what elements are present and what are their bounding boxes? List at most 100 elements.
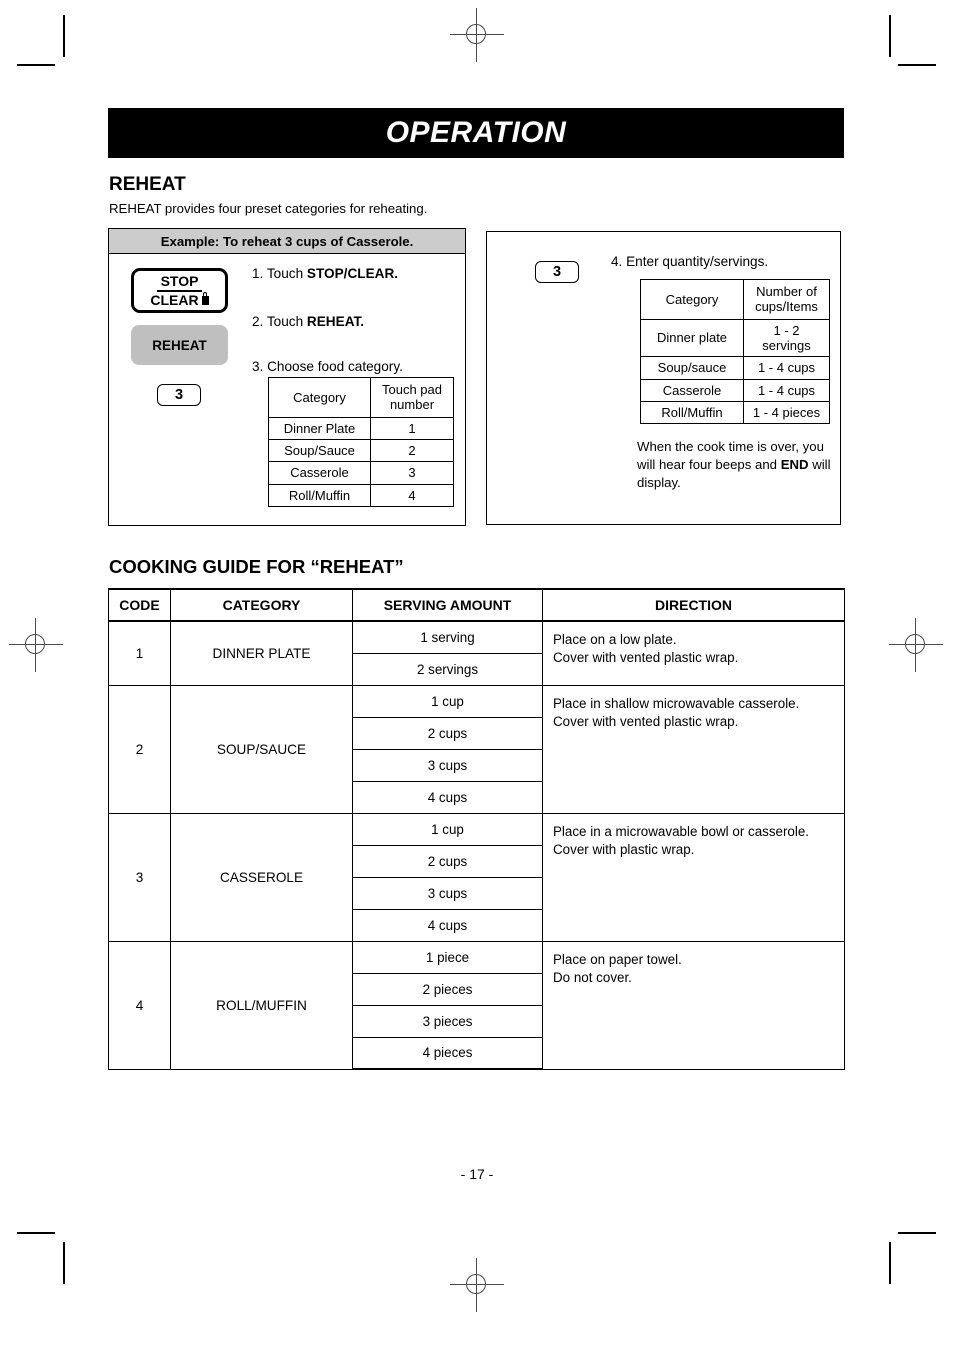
crop-mark-bottom-left-horizontal [17, 1232, 55, 1234]
registration-mark-circle [25, 634, 45, 654]
step-1-text: 1. Touch STOP/CLEAR. [252, 266, 398, 281]
header-touch-pad-number: Touch pad number [370, 377, 454, 418]
cell-category: Casserole [268, 461, 371, 485]
reheat-heading: REHEAT [109, 174, 186, 195]
header-category: Category [640, 279, 744, 320]
cell-category: CASSEROLE [170, 812, 353, 942]
table-row: Roll/Muffin 4 [268, 483, 454, 507]
table-row: 2 SOUP/SAUCE 1 cup Place in shallow micr… [108, 684, 845, 814]
table-header-row: Category Number of cups/Items [640, 279, 830, 320]
cell-direction: Place in a microwavable bowl or casserol… [542, 812, 845, 942]
example-banner-label: Example: To reheat 3 cups of Casserole. [109, 229, 465, 254]
table-row: Dinner plate 1 - 2 servings [640, 318, 830, 358]
cell-serving-amount: 2 cups [352, 844, 543, 878]
cell-category: Soup/Sauce [268, 438, 371, 463]
cell-serving-amount: 4 cups [352, 780, 543, 814]
registration-mark-circle [905, 634, 925, 654]
direction-line: Place in a microwavable bowl or casserol… [553, 823, 810, 839]
table-row: 1 DINNER PLATE 1 serving Place on a low … [108, 620, 845, 686]
cell-serving-amount: 4 pieces [352, 1036, 543, 1070]
cell-serving-amount: 1 serving [352, 620, 543, 654]
cell-serving-amount: 4 cups [352, 908, 543, 942]
cell-quantity: 1 - 4 cups [743, 356, 830, 380]
cooking-guide-table: CODE CATEGORY SERVING AMOUNT DIRECTION 1… [108, 588, 845, 1070]
crop-mark-top-left-horizontal [17, 64, 55, 66]
stop-clear-button[interactable]: STOP CLEAR [131, 268, 228, 313]
direction-line: Cover with vented plastic wrap. [553, 650, 739, 666]
registration-mark-top [450, 8, 504, 62]
direction-line: Cover with vented plastic wrap. [553, 713, 739, 729]
header-cups-line2: cups/Items [755, 299, 818, 315]
cell-touchpad: 4 [370, 483, 454, 507]
table-row: Dinner Plate 1 [268, 416, 454, 440]
registration-mark-circle [466, 1274, 486, 1294]
cell-serving-amount: 2 cups [352, 716, 543, 750]
cell-serving-amount: 3 cups [352, 876, 543, 910]
direction-line: Place on paper towel. [553, 951, 682, 967]
reheat-button[interactable]: REHEAT [131, 325, 228, 365]
page-number: - 17 - [460, 1166, 494, 1182]
operation-banner: OPERATION [108, 108, 844, 158]
end-keyword: END [780, 456, 809, 472]
step-2-prefix: 2. Touch [252, 314, 307, 329]
cell-serving-amount: 3 cups [352, 748, 543, 782]
direction-line: Do not cover. [553, 969, 632, 985]
cell-code: 1 [108, 620, 171, 686]
end-note-line-1: When the cook time is over, [637, 439, 799, 454]
crop-mark-top-right-horizontal [898, 64, 936, 66]
cell-category: ROLL/MUFFIN [170, 940, 353, 1070]
number-pad-3-left[interactable]: 3 [157, 384, 201, 406]
crop-mark-bottom-right-vertical [889, 1242, 891, 1284]
header-cups-line1: Number of [756, 284, 817, 299]
cell-serving-amount: 1 cup [352, 684, 543, 718]
cell-quantity: 1 - 4 pieces [743, 400, 830, 425]
cell-category: Casserole [640, 378, 744, 402]
cell-code: 3 [108, 812, 171, 942]
step-3-text: 3. Choose food category. [252, 359, 403, 374]
category-touchpad-table: Category Touch pad number Dinner Plate 1… [268, 377, 454, 507]
cell-category: DINNER PLATE [170, 620, 353, 686]
cell-touchpad: 2 [370, 438, 454, 463]
end-note: When the cook time is over, you will hea… [637, 438, 837, 491]
cell-code: 2 [108, 684, 171, 814]
header-number-of-cups: Number of cups/Items [743, 279, 830, 320]
cell-quantity: 1 - 4 cups [743, 378, 830, 402]
number-pad-3-right[interactable]: 3 [535, 261, 579, 283]
step-2-emphasis: REHEAT. [306, 314, 365, 329]
cell-code: 4 [108, 940, 171, 1070]
registration-mark-circle [466, 24, 486, 44]
cell-category: Soup/sauce [640, 356, 744, 380]
header-touch-pad-line2: number [389, 397, 435, 413]
cell-direction: Place on paper towel. Do not cover. [542, 940, 845, 1070]
guide-header-direction: DIRECTION [542, 588, 845, 622]
cell-serving-amount: 3 pieces [352, 1004, 543, 1038]
cooking-guide-heading: COOKING GUIDE FOR “REHEAT” [109, 556, 404, 577]
step-1-prefix: 1. Touch [252, 266, 307, 281]
cell-direction: Place in shallow microwavable casserole.… [542, 684, 845, 814]
cell-touchpad: 3 [370, 461, 454, 485]
guide-header-code: CODE [108, 588, 171, 622]
category-quantity-table: Category Number of cups/Items Dinner pla… [640, 279, 830, 425]
cell-serving-amount: 2 servings [352, 652, 543, 686]
registration-mark-left [9, 618, 63, 672]
crop-mark-bottom-right-horizontal [898, 1232, 936, 1234]
stop-label: STOP [156, 274, 203, 292]
crop-mark-bottom-left-vertical [63, 1242, 65, 1284]
lock-icon [201, 291, 209, 305]
cell-serving-amount: 1 piece [352, 940, 543, 974]
table-header-row: Category Touch pad number [268, 377, 454, 418]
direction-line: Place on a low plate. [553, 632, 677, 647]
step-1-emphasis: STOP/CLEAR. [306, 266, 399, 281]
cell-serving-amount: 1 cup [352, 812, 543, 846]
table-row: 4 ROLL/MUFFIN 1 piece Place on paper tow… [108, 940, 845, 1070]
cell-direction: Place on a low plate. Cover with vented … [542, 620, 845, 686]
registration-mark-right [889, 618, 943, 672]
guide-header-row: CODE CATEGORY SERVING AMOUNT DIRECTION [108, 588, 845, 622]
reheat-description: REHEAT provides four preset categories f… [109, 201, 428, 216]
cell-serving-amount: 2 pieces [352, 972, 543, 1006]
page-title: OPERATION [385, 116, 567, 149]
table-row: Soup/Sauce 2 [268, 438, 454, 463]
guide-header-category: CATEGORY [170, 588, 353, 622]
clear-label: CLEAR [150, 291, 199, 308]
cell-quantity: 1 - 2 servings [743, 318, 830, 358]
